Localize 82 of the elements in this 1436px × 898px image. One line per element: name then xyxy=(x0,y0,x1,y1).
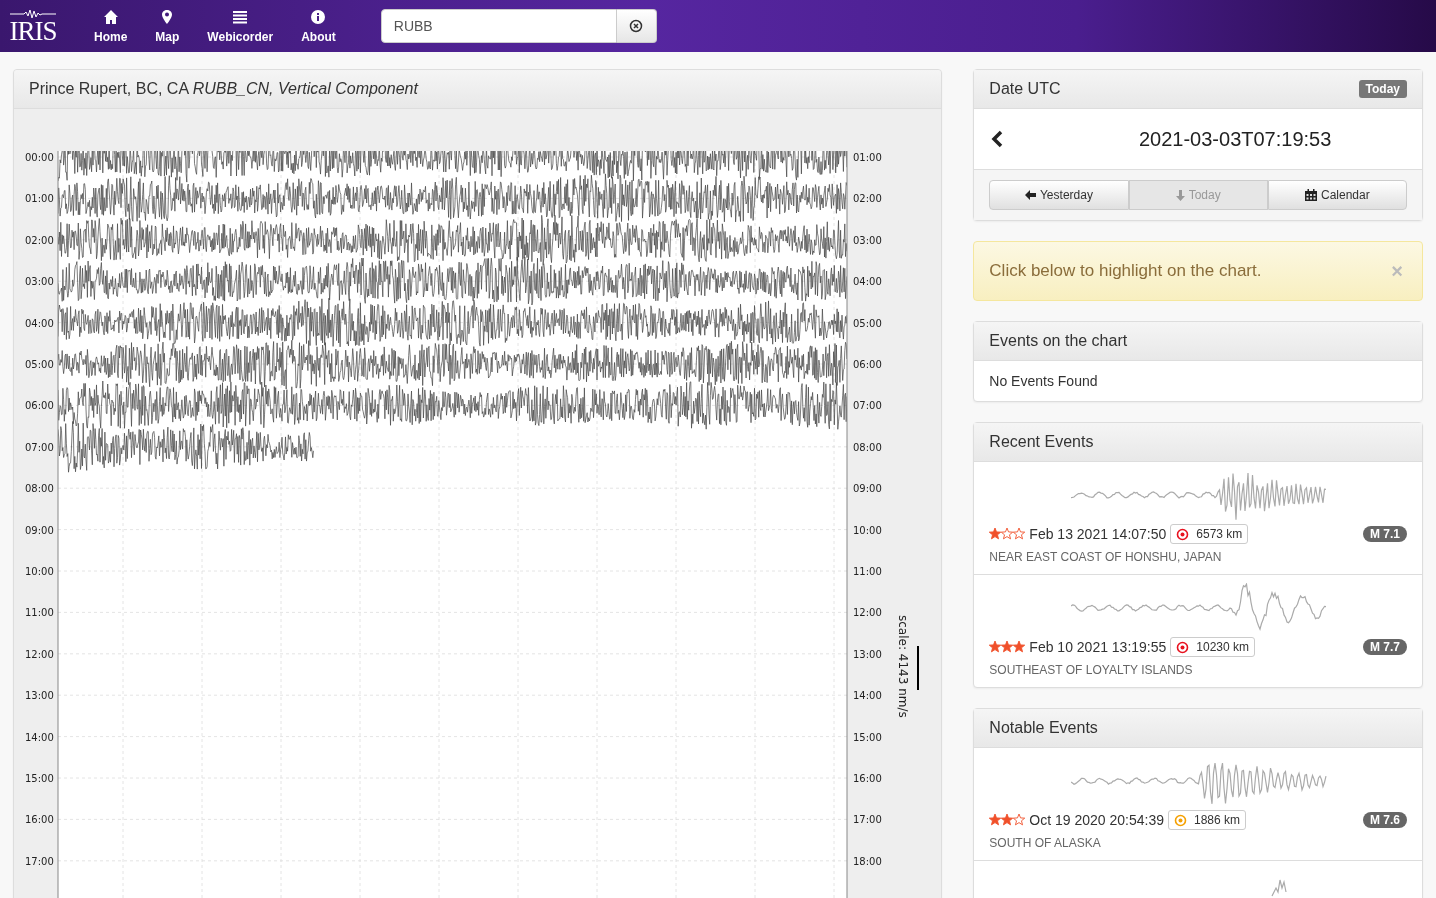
event-time: Feb 10 2021 13:19:55 xyxy=(1029,639,1167,655)
hour-label: 01:00 xyxy=(853,152,882,163)
event-time: Oct 19 2020 20:54:39 xyxy=(1029,812,1164,828)
hour-label: 11:00 xyxy=(853,566,882,577)
list-icon xyxy=(232,8,249,25)
hour-label: 03:00 xyxy=(25,276,54,288)
distance-badge: 10230 km xyxy=(1170,637,1256,657)
close-icon xyxy=(629,19,644,33)
wave-icon xyxy=(10,9,56,19)
hour-label: 04:00 xyxy=(853,276,882,288)
scale-label: scale: 4143 nm/s xyxy=(896,615,910,718)
hour-label: 12:00 xyxy=(25,648,54,660)
hour-label: 07:00 xyxy=(25,441,54,453)
hour-label: 10:00 xyxy=(853,524,882,536)
hour-label: 09:00 xyxy=(25,524,54,536)
hour-label: 13:00 xyxy=(25,690,54,702)
date-button[interactable]: Yesterday xyxy=(989,180,1129,210)
logo-text: IRIS xyxy=(9,19,57,43)
panel-title: Date UTC xyxy=(989,80,1061,98)
event-item[interactable]: Feb 13 2021 14:07:50 6573 km M 7.1 NEAR EAST COAST OF HONSHU, JAPAN xyxy=(974,462,1422,574)
hour-label: 02:00 xyxy=(853,193,882,205)
panel-title: Notable Events xyxy=(989,719,1098,737)
hour-label: 04:00 xyxy=(25,317,54,329)
magnitude-badge: M 7.6 xyxy=(1363,812,1407,828)
hour-label: 14:00 xyxy=(25,731,54,743)
hour-label: 15:00 xyxy=(25,773,54,784)
empty-message: No Events Found xyxy=(988,372,1099,391)
nav-link[interactable]: Webicorder xyxy=(193,8,288,44)
magnitude-badge: M 7.7 xyxy=(1363,639,1407,655)
panel-title: Recent Events xyxy=(989,433,1094,451)
hour-label: 05:00 xyxy=(853,317,882,329)
hour-label: 06:00 xyxy=(853,359,882,370)
nav-link[interactable]: Map xyxy=(141,8,194,44)
clear-button[interactable] xyxy=(616,9,657,43)
distance-badge: 6573 km xyxy=(1170,524,1249,544)
info-icon xyxy=(310,8,327,25)
hour-label: 17:00 xyxy=(25,855,54,867)
distance-badge: 1886 km xyxy=(1168,810,1247,830)
calendar-icon xyxy=(1305,189,1317,201)
station-title: Prince Rupert, BC, CA RUBB_CN, Vertical Component xyxy=(29,80,418,98)
hour-label: 10:00 xyxy=(25,566,54,577)
today-label: Today xyxy=(1358,80,1407,98)
hour-label: 16:00 xyxy=(25,814,54,826)
hour-label: 09:00 xyxy=(853,483,882,495)
hour-label: 14:00 xyxy=(853,690,882,702)
event-time: Feb 13 2021 14:07:50 xyxy=(1029,526,1167,542)
hour-label: 02:00 xyxy=(25,234,54,246)
search-field[interactable]: RUBB xyxy=(380,9,617,43)
hour-label: 05:00 xyxy=(25,359,54,370)
hour-label: 16:00 xyxy=(853,773,882,784)
event-region: NEAR EAST COAST OF HONSHU, JAPAN xyxy=(989,550,1223,564)
event-region: SOUTH OF ALASKA xyxy=(989,836,1102,850)
hour-label: 08:00 xyxy=(25,483,54,495)
date-button[interactable]: Calendar xyxy=(1267,180,1407,210)
hour-label: 12:00 xyxy=(853,607,882,619)
alert-message: Click below to highlight on the chart. xyxy=(989,261,1262,281)
hour-label: 17:00 xyxy=(853,814,882,826)
hour-label: 18:00 xyxy=(853,855,882,867)
logo[interactable]: IRIS xyxy=(8,9,58,43)
date-time: 2021-03-03T07:19:53 xyxy=(1137,127,1333,151)
hour-label: 01:00 xyxy=(25,193,54,205)
scale-bar xyxy=(917,645,919,691)
hour-label: 11:00 xyxy=(25,607,54,619)
arrow-down-icon xyxy=(1175,189,1185,201)
nav-link[interactable]: Home xyxy=(80,8,142,44)
event-item[interactable]: Feb 10 2021 13:19:55 10230 km M 7.7 SOUTHEAST OF LOYALTY ISLANDS xyxy=(974,574,1422,687)
hour-label: 07:00 xyxy=(853,400,882,412)
waveform-sparkline xyxy=(1271,879,1288,897)
hour-label: 15:00 xyxy=(853,731,882,743)
event-item[interactable]: Oct 19 2020 20:54:39 1886 km M 7.6 SOUTH OF ALASKA xyxy=(974,748,1422,860)
arrow-left-icon xyxy=(1024,190,1036,200)
hour-label: 13:00 xyxy=(853,648,882,660)
hour-label: 00:00 xyxy=(25,152,54,163)
magnitude-badge: M 7.1 xyxy=(1363,526,1407,542)
hour-label: 06:00 xyxy=(25,400,54,412)
home-icon xyxy=(102,8,119,25)
event-region: SOUTHEAST OF LOYALTY ISLANDS xyxy=(989,663,1194,677)
chevron-left-icon[interactable] xyxy=(990,130,1005,148)
panel-title: Events on the chart xyxy=(989,332,1128,350)
nav-link[interactable]: About xyxy=(287,8,350,44)
hour-label: 03:00 xyxy=(853,234,882,246)
hour-label: 08:00 xyxy=(853,441,882,453)
